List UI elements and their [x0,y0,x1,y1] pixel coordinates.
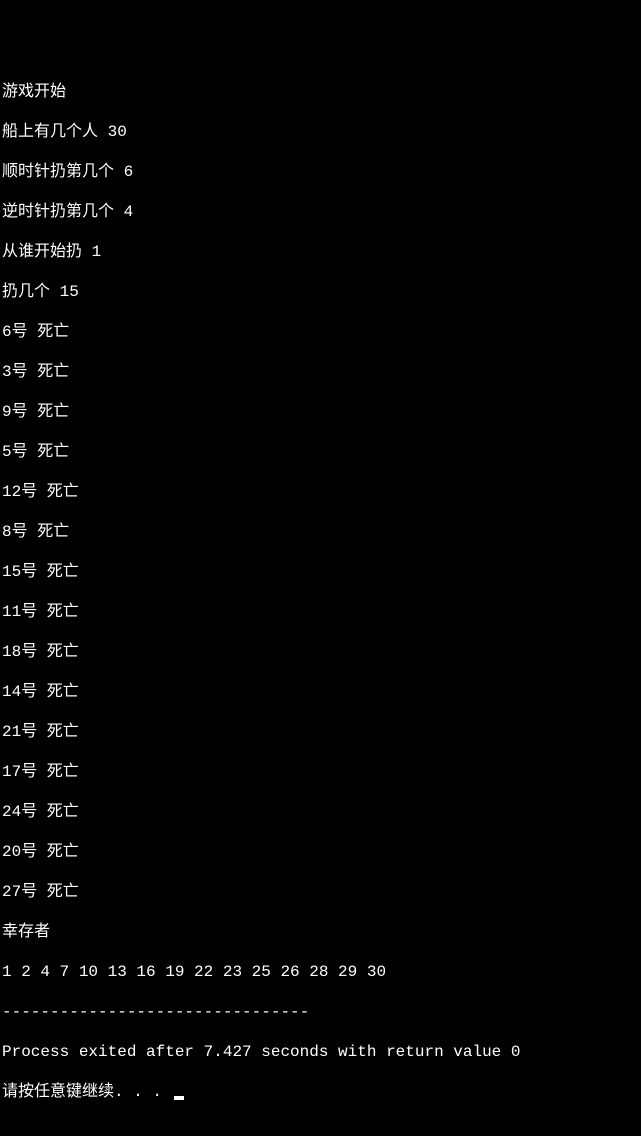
prompt-ccw-line: 逆时针扔第几个 4 [2,202,639,222]
death-line: 20号 死亡 [2,842,639,862]
death-line: 18号 死亡 [2,642,639,662]
death-line: 15号 死亡 [2,562,639,582]
death-line: 11号 死亡 [2,602,639,622]
death-line: 6号 死亡 [2,322,639,342]
process-exit-line: Process exited after 7.427 seconds with … [2,1042,639,1062]
death-line: 5号 死亡 [2,442,639,462]
death-line: 3号 死亡 [2,362,639,382]
press-key-text: 请按任意键继续. . . [2,1083,172,1101]
death-line: 17号 死亡 [2,762,639,782]
death-line: 24号 死亡 [2,802,639,822]
cursor-icon [174,1096,184,1100]
death-line: 9号 死亡 [2,402,639,422]
prompt-cw-line: 顺时针扔第几个 6 [2,162,639,182]
death-line: 27号 死亡 [2,882,639,902]
game-start-line: 游戏开始 [2,82,639,102]
prompt-people-line: 船上有几个人 30 [2,122,639,142]
survivors-label: 幸存者 [2,922,639,942]
death-line: 8号 死亡 [2,522,639,542]
prompt-start-line: 从谁开始扔 1 [2,242,639,262]
press-key-line[interactable]: 请按任意键继续. . . [2,1082,639,1102]
death-line: 14号 死亡 [2,682,639,702]
divider-line: -------------------------------- [2,1002,639,1022]
survivors-list: 1 2 4 7 10 13 16 19 22 23 25 26 28 29 30 [2,962,639,982]
death-line: 12号 死亡 [2,482,639,502]
death-line: 21号 死亡 [2,722,639,742]
prompt-count-line: 扔几个 15 [2,282,639,302]
